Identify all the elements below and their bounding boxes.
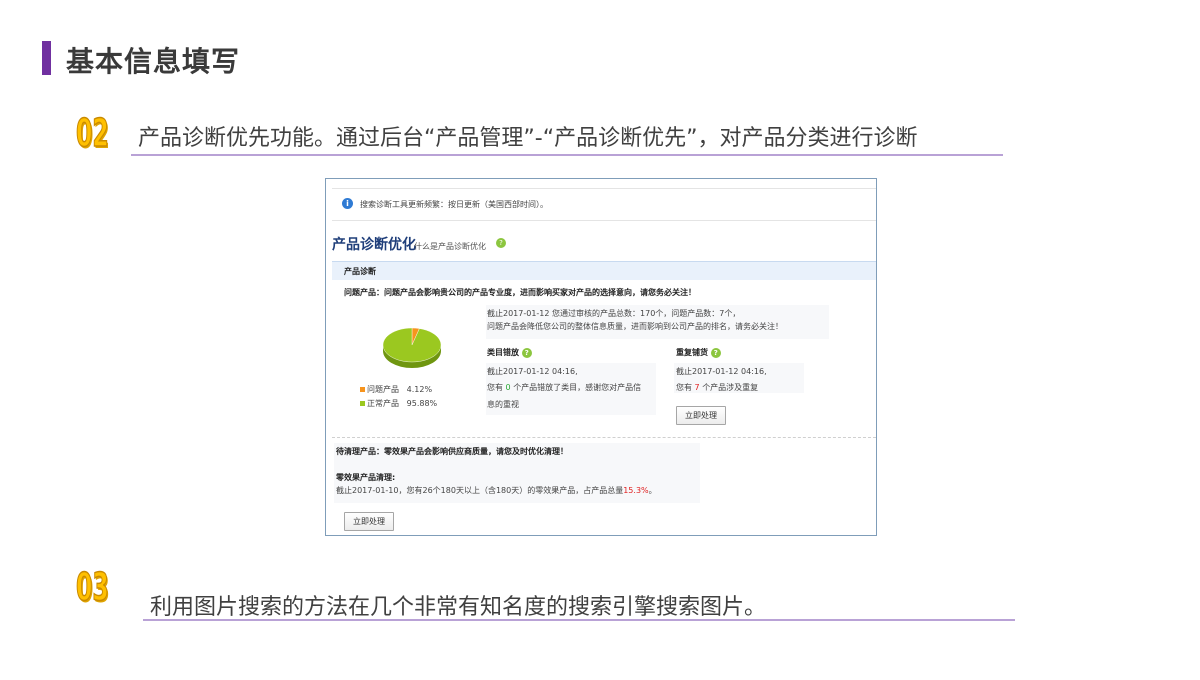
duplicate-process-button[interactable]: 立即处理 [676,406,726,425]
what-is-diagnosis-label[interactable]: 什么是产品诊断优化 [414,242,486,251]
panel-header: 产品诊断 [332,261,876,280]
pending-percent: 15.3% [623,486,649,495]
diagnosis-screenshot: i 搜索诊断工具更新频繁：按日更新（美国西部时间）。 产品诊断优化 什么是产品诊… [325,178,877,536]
info-icon: i [342,198,353,209]
notice-bar: i 搜索诊断工具更新频繁：按日更新（美国西部时间）。 [332,188,876,221]
misplaced-text-2: 息的重视 [487,400,519,409]
step-underline-03 [143,619,1015,621]
pending-text: 截止2017-01-10，您有26个180天以上（含180天）的零效果产品，占产… [336,485,657,497]
legend-problem-value: 4.12% [406,385,433,394]
legend-problem-label: 问题产品 [367,385,399,394]
section-title: 产品诊断优化 [332,237,416,253]
pending-text-main: 截止2017-01-10，您有26个180天以上（含180天）的零效果产品，占产… [336,486,624,495]
legend-swatch-orange [360,387,365,392]
duplicate-count: 7 [694,383,700,392]
misplaced-title-text: 类目错放 [487,348,519,357]
problem-intro-text: 问题产品：问题产品会影响贵公司的产品专业度，进而影响买家对产品的选择意向，请您务… [344,288,696,297]
step-text-02: 产品诊断优先功能。通过后台“产品管理”-“产品诊断优先”，对产品分类进行诊断 [138,126,918,151]
duplicate-title-text: 重复铺货 [676,348,708,357]
misplaced-count: 0 [505,383,511,392]
problem-pie-chart [382,327,442,368]
step-text-03: 利用图片搜索的方法在几个非常有知名度的搜索引擎搜索图片。 [150,595,767,620]
summary-line-2: 问题产品会降低您公司的整体信息质量，进而影响到公司产品的排名，请务必关注！ [487,322,783,331]
summary-line-1: 截止2017-01-12 您通过审核的产品总数：170个，问题产品数：7个， [487,309,741,318]
step-underline-02 [131,154,1003,156]
legend-normal-value: 95.88% [406,399,438,408]
legend-problem: 问题产品 4.12% [360,384,432,396]
legend-swatch-green [360,401,365,406]
step-number-02: 02 [76,111,110,155]
section-divider [332,437,876,438]
pending-title: 零效果产品清理: [336,473,396,482]
pending-intro: 待清理产品：零效果产品会影响供应商质量，请您及时优化清理！ [336,447,568,456]
title-accent-bar [42,41,51,75]
notice-text: 搜索诊断工具更新频繁：按日更新（美国西部时间）。 [360,200,548,209]
duplicate-suffix: 个产品涉及重复 [702,383,759,392]
help-icon[interactable]: ? [496,238,506,248]
what-is-diagnosis-link[interactable]: 什么是产品诊断优化 ? [414,238,506,252]
duplicate-text: 您有 7 个产品涉及重复 [676,382,758,394]
misplaced-help-icon[interactable]: ? [521,347,532,358]
misplaced-title: 类目错放 ? [487,347,532,359]
step-number-03: 03 [76,565,110,609]
duplicate-prefix: 您有 [676,383,692,392]
legend-normal: 正常产品 95.88% [360,398,437,410]
pending-process-button[interactable]: 立即处理 [344,512,394,531]
duplicate-date: 截止2017-01-12 04:16, [676,367,767,376]
slide-title: 基本信息填写 [66,45,241,78]
panel-title: 产品诊断 [344,267,376,276]
pie-slice-normal [382,327,442,363]
pending-end: 。 [648,486,657,495]
misplaced-date: 截止2017-01-12 04:16, [487,367,578,376]
problem-intro: 问题产品：问题产品会影响贵公司的产品专业度，进而影响买家对产品的选择意向，请您务… [344,287,696,299]
duplicate-title: 重复铺货 ? [676,347,721,359]
misplaced-suffix: 个产品错放了类目，感谢您对产品信 [513,383,642,392]
duplicate-help-icon[interactable]: ? [710,347,721,358]
misplaced-text: 您有 0 个产品错放了类目，感谢您对产品信 [487,382,641,394]
misplaced-prefix: 您有 [487,383,503,392]
legend-normal-label: 正常产品 [367,399,399,408]
